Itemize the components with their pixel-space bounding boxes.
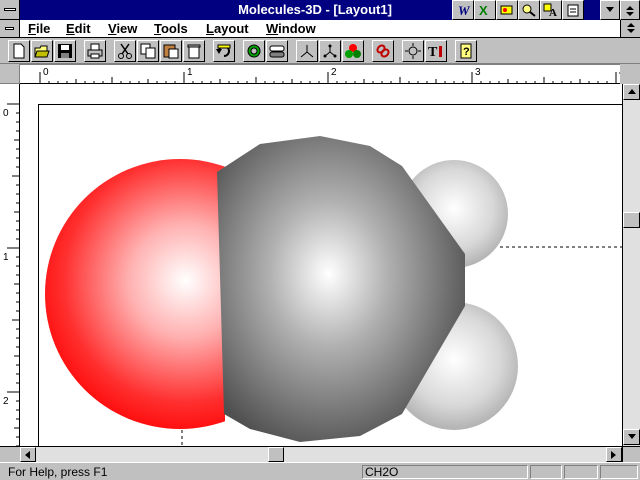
title-bar: Molecules-3D - [Layout1] W X A	[0, 0, 640, 20]
ruler-label: 2	[331, 67, 337, 78]
svg-text:?: ?	[463, 46, 470, 58]
excel-icon[interactable]: X	[474, 0, 496, 20]
atoms-icon[interactable]	[319, 40, 341, 62]
menu-window[interactable]: Window	[266, 21, 316, 36]
menu-view[interactable]: View	[108, 21, 137, 36]
svg-text:T: T	[428, 45, 438, 59]
menu-bar: File Edit View Tools Layout Window	[0, 20, 640, 38]
ruler-label: 3	[475, 67, 481, 78]
text-tool-icon[interactable]: T	[425, 40, 447, 62]
status-formula: CH2O	[362, 465, 528, 479]
molecule-3d-icon[interactable]	[342, 40, 364, 62]
status-bar: For Help, press F1 CH2O	[0, 462, 640, 480]
ruler-label: 1	[3, 252, 9, 263]
svg-text:X: X	[479, 3, 488, 17]
vertical-scroll-thumb[interactable]	[623, 212, 640, 228]
toolbar: T ?	[0, 38, 640, 64]
menu-layout[interactable]: Layout	[206, 21, 249, 36]
clipboard-icon[interactable]	[562, 0, 584, 20]
scroll-left-button[interactable]	[20, 447, 36, 462]
document-restore-button[interactable]	[620, 20, 640, 37]
scroll-up-button[interactable]	[623, 84, 640, 100]
ruler-label: 0	[3, 108, 9, 119]
ruler-corner	[0, 64, 20, 84]
vertical-ruler: 0 1 2	[0, 84, 20, 447]
status-panel-1	[530, 465, 562, 479]
system-menu-button[interactable]	[0, 0, 20, 20]
menu-file[interactable]: File	[28, 21, 50, 36]
bond-icon[interactable]	[296, 40, 318, 62]
font-icon[interactable]: A	[540, 0, 562, 20]
scrollbar-corner-right	[622, 446, 640, 462]
link-icon[interactable]	[372, 40, 394, 62]
ring-icon[interactable]	[243, 40, 265, 62]
save-disk-icon[interactable]	[54, 40, 76, 62]
minimize-button[interactable]	[600, 0, 620, 20]
undo-icon[interactable]	[213, 40, 235, 62]
horizontal-ruler: 0 1 2 3 4	[20, 64, 625, 84]
paste-icon[interactable]	[160, 40, 182, 62]
document-system-menu[interactable]	[0, 20, 20, 37]
word-icon[interactable]: W	[452, 0, 474, 20]
ruler-label: 1	[187, 67, 193, 78]
status-panel-2	[564, 465, 598, 479]
svg-text:W: W	[458, 3, 471, 17]
menu-tools[interactable]: Tools	[154, 21, 188, 36]
help-icon[interactable]: ?	[455, 40, 477, 62]
scrollbar-corner-left	[0, 446, 20, 462]
menu-edit[interactable]: Edit	[66, 21, 91, 36]
svg-text:A: A	[549, 7, 557, 17]
layout-canvas[interactable]	[20, 84, 622, 446]
horizontal-scroll-thumb[interactable]	[268, 447, 284, 462]
horizontal-scrollbar[interactable]	[20, 446, 622, 462]
delete-icon[interactable]	[183, 40, 205, 62]
window-title: Molecules-3D - [Layout1]	[238, 2, 392, 17]
copy-icon[interactable]	[137, 40, 159, 62]
ruler-label: 2	[3, 396, 9, 407]
molecule-view	[45, 136, 622, 446]
paintbrush-icon[interactable]	[496, 0, 518, 20]
open-folder-icon[interactable]	[31, 40, 53, 62]
status-panel-3	[600, 465, 638, 479]
ruler-label: 0	[43, 67, 49, 78]
atom-center-icon[interactable]	[402, 40, 424, 62]
scroll-down-button[interactable]	[623, 429, 640, 445]
scroll-right-button[interactable]	[606, 447, 622, 462]
cut-icon[interactable]	[114, 40, 136, 62]
magnifier-icon[interactable]	[518, 0, 540, 20]
vertical-scrollbar[interactable]	[622, 84, 640, 446]
ruler-label: 4	[619, 67, 620, 78]
chain-icon[interactable]	[266, 40, 288, 62]
status-help-text: For Help, press F1	[8, 465, 108, 479]
print-icon[interactable]	[84, 40, 106, 62]
restore-button[interactable]	[620, 0, 640, 20]
new-file-icon[interactable]	[8, 40, 30, 62]
